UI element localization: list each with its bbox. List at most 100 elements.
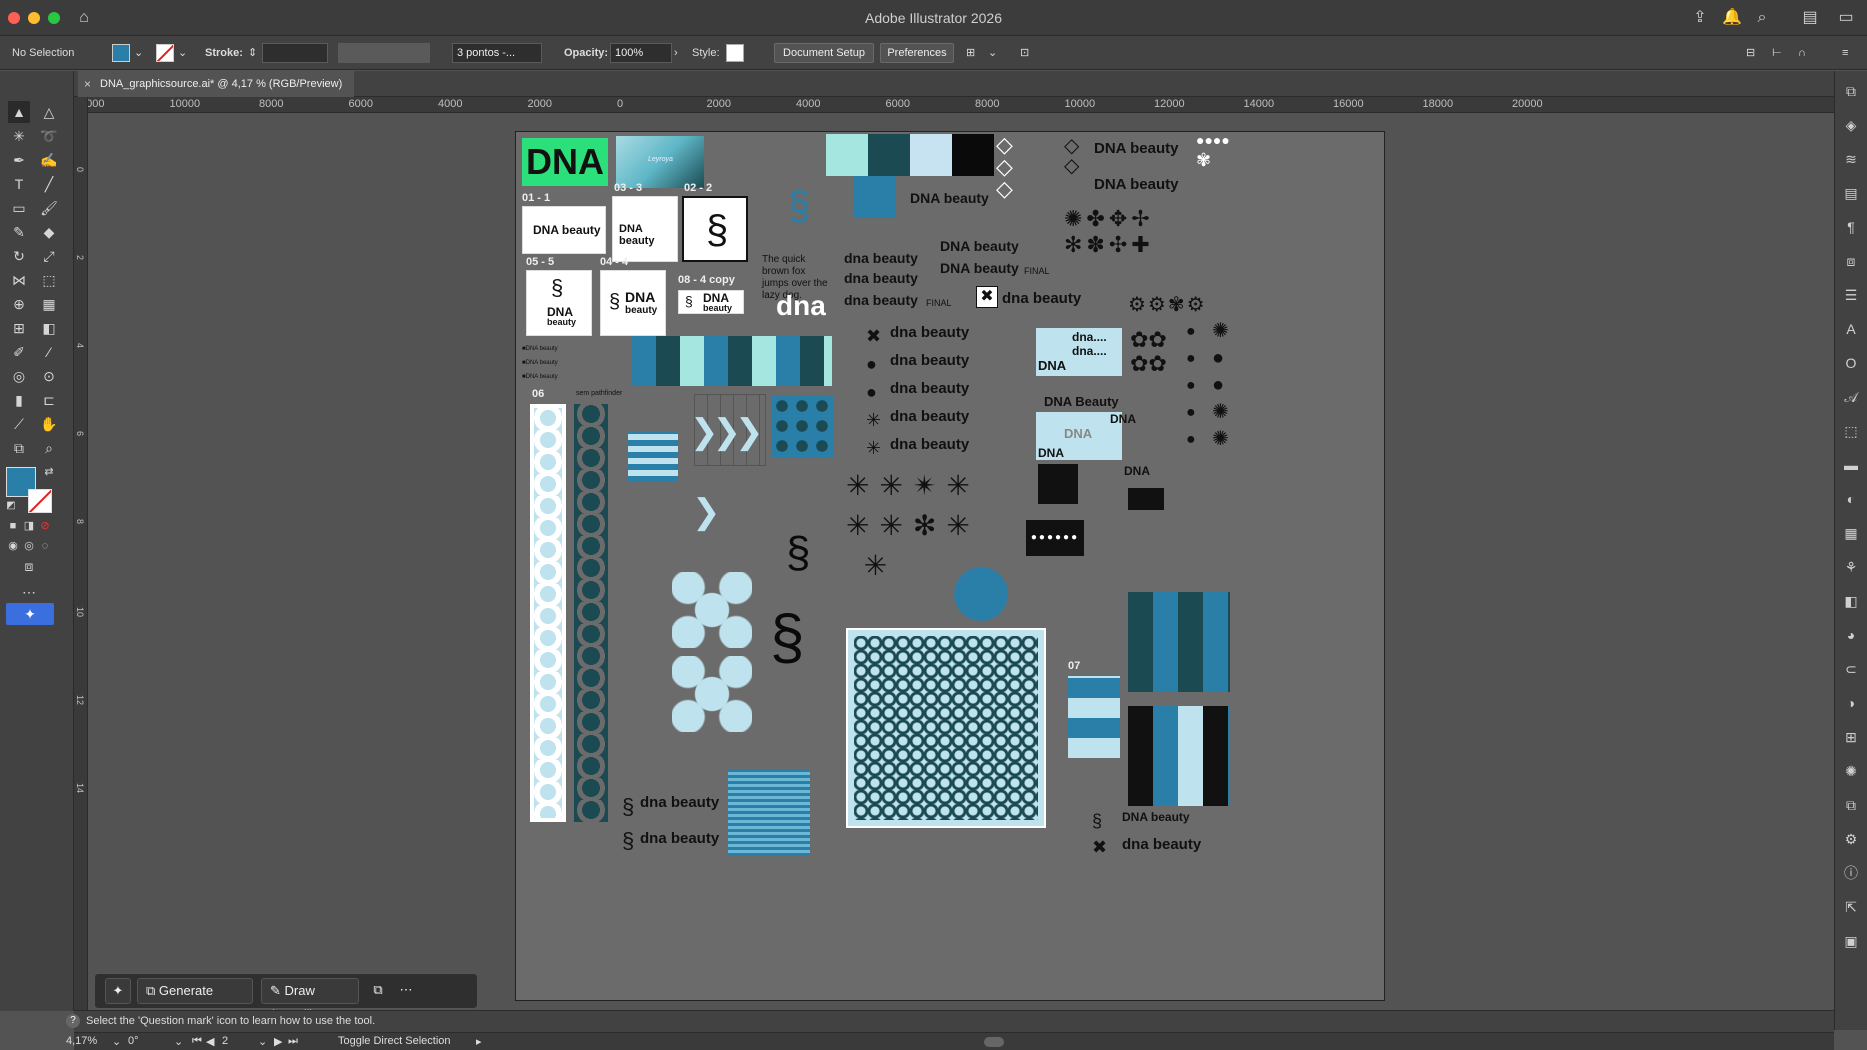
pen-tool-icon[interactable]: ✒: [8, 149, 30, 171]
panel-icon[interactable]: ¶: [1841, 217, 1861, 237]
chevron-down-icon[interactable]: ⌄: [112, 1035, 121, 1048]
panel-icon[interactable]: ⓘ: [1841, 863, 1861, 883]
panel-icon[interactable]: ⚘: [1841, 557, 1861, 577]
distribute-icon[interactable]: ⊢: [1772, 44, 1782, 62]
zoom-level[interactable]: 4,17%: [66, 1035, 97, 1047]
magnet-icon[interactable]: ∩: [1798, 44, 1806, 62]
chevron-right-icon[interactable]: ›: [674, 44, 678, 62]
default-colors-icon[interactable]: ◩: [0, 495, 22, 517]
lasso-icon[interactable]: ➰: [38, 125, 60, 147]
panel-icon[interactable]: ⚙: [1841, 829, 1861, 849]
align-icon[interactable]: ⊟: [1746, 44, 1755, 62]
opacity-input[interactable]: 100%: [610, 43, 672, 63]
shaper-tool-icon[interactable]: ✎: [8, 221, 30, 243]
selection-tool-icon[interactable]: ▲: [8, 101, 30, 123]
panel-icon[interactable]: ◐: [1841, 489, 1861, 509]
panel-icon[interactable]: ▬: [1841, 455, 1861, 475]
generative-ai-tool-icon[interactable]: ✦: [6, 603, 54, 625]
swatch-mint[interactable]: [826, 134, 868, 176]
pattern-tile-grid-helix[interactable]: [1128, 706, 1230, 806]
pattern-circles-tile[interactable]: [772, 396, 834, 458]
panel-icon[interactable]: ◧: [1841, 591, 1861, 611]
shape-builder-icon[interactable]: ⊕: [8, 293, 30, 315]
graph-tool-icon[interactable]: ▮: [8, 389, 30, 411]
share-icon[interactable]: ⇪: [1690, 8, 1710, 28]
panel-icon[interactable]: ◕: [1841, 625, 1861, 645]
panel-icon[interactable]: ⧉: [1841, 81, 1861, 101]
print-tiling-icon[interactable]: ⧉: [8, 437, 30, 459]
panel-icon[interactable]: ▤: [1841, 183, 1861, 203]
swatch-sky[interactable]: [910, 134, 952, 176]
panel-icon[interactable]: ≋: [1841, 149, 1861, 169]
pattern-grid-blue[interactable]: [728, 770, 810, 856]
hscroll-thumb[interactable]: [984, 1037, 1004, 1047]
pattern-tiles-row[interactable]: [632, 336, 832, 386]
panel-icon[interactable]: ▦: [1841, 523, 1861, 543]
screen-mode-icon[interactable]: ⧈: [18, 555, 40, 577]
panel-icon[interactable]: ⧈: [1841, 251, 1861, 271]
canvas[interactable]: DNA Leyroya 01 - 1 03 - 3 02 - 2 DNA bea…: [88, 113, 1834, 1010]
prev-artboard-icon[interactable]: ◀: [206, 1035, 214, 1048]
search-icon[interactable]: ⌕: [1752, 8, 1772, 28]
stroke-color-box[interactable]: [28, 489, 52, 513]
artboard-number[interactable]: 2: [222, 1035, 228, 1047]
none-mode-icon[interactable]: ⊘: [34, 515, 56, 537]
panel-icon[interactable]: A: [1841, 319, 1861, 339]
type-tool-icon[interactable]: T: [8, 173, 30, 195]
fill-color-swatch[interactable]: [112, 44, 130, 62]
close-tab-icon[interactable]: ×: [84, 71, 91, 97]
preferences-button[interactable]: Preferences: [880, 43, 954, 63]
gradient-tool-icon[interactable]: ◧: [38, 317, 60, 339]
slice-tool-icon[interactable]: ⟋: [8, 413, 30, 435]
chevron-down-icon[interactable]: ⌄: [988, 44, 997, 62]
panel-icon[interactable]: ⬚: [1841, 421, 1861, 441]
chevron-down-icon[interactable]: ⌄: [174, 1035, 183, 1048]
paintbrush-icon[interactable]: 🖌: [38, 197, 60, 219]
panel-icon[interactable]: ◑: [1841, 693, 1861, 713]
variable-width-profile[interactable]: [338, 43, 430, 63]
chevron-down-icon[interactable]: ⌄: [178, 44, 187, 62]
logo-card-02[interactable]: §: [682, 196, 748, 262]
more-tools-icon[interactable]: ⋯: [18, 581, 40, 603]
logo-card-05[interactable]: § DNA beauty: [526, 270, 592, 336]
line-tool-icon[interactable]: ╱: [38, 173, 60, 195]
eyedropper-icon[interactable]: ✐: [8, 341, 30, 363]
document-setup-button[interactable]: Document Setup: [774, 43, 874, 63]
draw-inside-icon[interactable]: ◌: [34, 535, 56, 557]
panel-icon[interactable]: ⊞: [1841, 727, 1861, 747]
first-artboard-icon[interactable]: ⏮: [192, 1035, 202, 1048]
hand-tool-icon[interactable]: ✋: [38, 413, 60, 435]
pattern-large-square[interactable]: [846, 628, 1046, 828]
swatch-accent[interactable]: [854, 176, 896, 218]
swatch-teal[interactable]: [868, 134, 910, 176]
next-artboard-icon[interactable]: ▶: [274, 1035, 282, 1048]
panel-icon[interactable]: ⧉: [1841, 795, 1861, 815]
width-tool-icon[interactable]: ⋈: [8, 269, 30, 291]
artboard-tool-icon[interactable]: ⊏: [38, 389, 60, 411]
last-artboard-icon[interactable]: ⏭: [288, 1035, 298, 1048]
ai-icon-button[interactable]: ✦: [105, 978, 131, 1004]
brush-definition-select[interactable]: 3 pontos -...: [452, 43, 542, 63]
live-paint-icon[interactable]: ⊙: [38, 365, 60, 387]
generate-vectors-button[interactable]: ⧉ Generate Vectors: [137, 978, 253, 1010]
notification-bell-icon[interactable]: 🔔: [1722, 8, 1742, 28]
more-options-icon[interactable]: ⋯: [393, 978, 419, 1004]
perspective-grid-icon[interactable]: ▦: [38, 293, 60, 315]
scale-tool-icon[interactable]: ⤢: [38, 245, 60, 267]
dna-green-logo[interactable]: DNA: [522, 138, 608, 186]
panel-icon[interactable]: ✺: [1841, 761, 1861, 781]
magic-wand-icon[interactable]: ✳: [8, 125, 30, 147]
panel-icon[interactable]: 𝒜: [1841, 387, 1861, 407]
swatch-black[interactable]: [952, 134, 994, 176]
question-mark-icon[interactable]: ?: [66, 1014, 80, 1028]
chevron-down-icon[interactable]: ⌄: [258, 1035, 267, 1048]
logo-card-04[interactable]: § DNA beauty: [600, 270, 666, 336]
panel-toggle-icon[interactable]: ▭: [1836, 8, 1856, 28]
blend-tool-icon[interactable]: ◎: [8, 365, 30, 387]
status-menu-arrow-icon[interactable]: ▸: [476, 1035, 482, 1048]
gradient-image[interactable]: Leyroya: [616, 136, 704, 188]
draw-pencil-button[interactable]: ✎ Draw (Pencil): [261, 978, 359, 1010]
stroke-weight-input[interactable]: [262, 43, 328, 63]
panel-icon[interactable]: ☰: [1841, 285, 1861, 305]
pattern-wave-tile[interactable]: [628, 432, 678, 482]
